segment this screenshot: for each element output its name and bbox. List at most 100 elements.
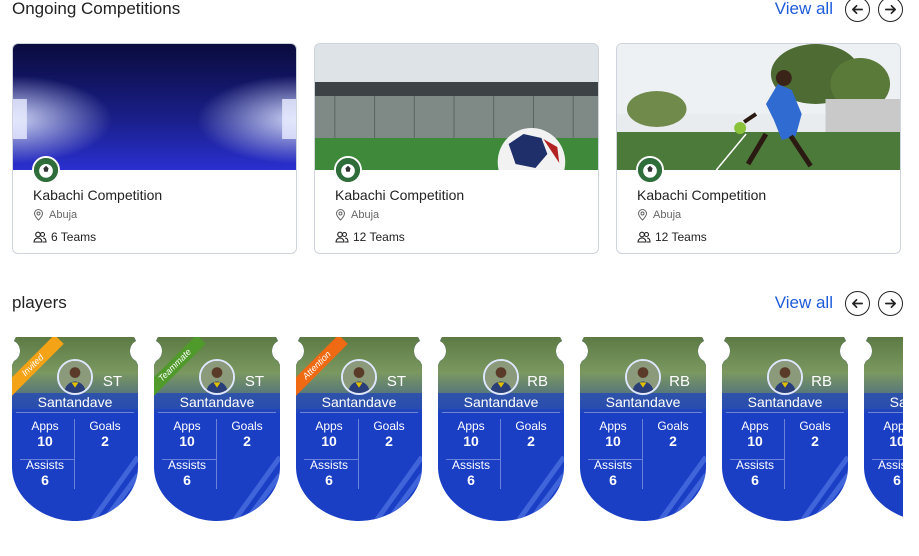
goals-value: 2 <box>101 433 109 449</box>
player-name: Santandave <box>747 394 823 410</box>
competition-card[interactable]: Kabachi Competition Abuja 12 Teams <box>314 43 599 254</box>
goals-label: Goals <box>799 419 831 433</box>
player-name: Santandave <box>605 394 681 410</box>
competition-name: Kabachi Competition <box>33 187 163 203</box>
apps-value: 10 <box>889 433 903 449</box>
location-pin-icon <box>33 209 44 221</box>
goals-stat: Goals 2 <box>80 419 130 449</box>
player-position: ST <box>386 373 406 390</box>
assists-value: 6 <box>751 472 759 488</box>
goals-label: Goals <box>231 419 263 433</box>
player-position: RB <box>527 373 548 390</box>
assists-value: 6 <box>467 472 475 488</box>
divider <box>642 419 643 489</box>
location-pin-icon <box>335 209 346 221</box>
apps-label: Apps <box>457 419 485 433</box>
apps-label: Apps <box>315 419 343 433</box>
players-next-button[interactable] <box>878 290 903 316</box>
players-header: players View all <box>12 290 903 316</box>
apps-label: Apps <box>599 419 627 433</box>
divider <box>500 419 501 489</box>
apps-stat: Apps 10 <box>730 419 780 449</box>
assists-label: Assists <box>877 458 903 472</box>
competition-name: Kabachi Competition <box>637 187 767 203</box>
assists-value: 6 <box>609 472 617 488</box>
assists-value: 6 <box>893 472 901 488</box>
apps-value: 10 <box>179 433 195 449</box>
player-position: RB <box>811 373 832 390</box>
assists-stat: Assists 6 <box>872 458 903 488</box>
goals-value: 2 <box>243 433 251 449</box>
player-card[interactable]: ST Santandave Apps 10 Goals 2 Assists 6 … <box>12 337 138 521</box>
competition-card[interactable]: Kabachi Competition Abuja 6 Teams <box>12 43 297 254</box>
assists-label: Assists <box>735 458 774 472</box>
apps-stat: Apps 10 <box>162 419 212 449</box>
divider <box>74 419 75 489</box>
competitions-next-button[interactable] <box>878 0 903 22</box>
divider <box>16 412 134 413</box>
goals-label: Goals <box>515 419 547 433</box>
arrow-left-icon <box>852 298 863 308</box>
apps-stat: Apps 10 <box>446 419 496 449</box>
competition-logo <box>636 156 664 184</box>
arrow-right-icon <box>885 298 896 308</box>
players-prev-button[interactable] <box>845 290 870 316</box>
competition-location: Abuja <box>335 209 379 221</box>
assists-value: 6 <box>325 472 333 488</box>
assists-value: 6 <box>183 472 191 488</box>
apps-label: Apps <box>883 419 903 433</box>
competitions-prev-button[interactable] <box>845 0 870 22</box>
competition-teams: 12 Teams <box>637 230 707 244</box>
apps-value: 10 <box>37 433 53 449</box>
goals-label: Goals <box>89 419 121 433</box>
divider <box>584 412 702 413</box>
apps-stat: Apps 10 <box>304 419 354 449</box>
competition-teams-count: 12 Teams <box>655 230 707 244</box>
competition-teams: 12 Teams <box>335 230 405 244</box>
player-avatar <box>483 359 519 395</box>
goals-label: Goals <box>657 419 689 433</box>
divider <box>726 412 844 413</box>
player-position: RB <box>669 373 690 390</box>
divider <box>300 412 418 413</box>
status-ribbon: Attention <box>296 337 348 397</box>
assists-stat: Assists 6 <box>304 458 354 488</box>
divider <box>868 412 903 413</box>
users-icon <box>637 231 651 243</box>
location-pin-icon <box>637 209 648 221</box>
assists-stat: Assists 6 <box>446 458 496 488</box>
player-card[interactable]: RB Santandave Apps 10 Goals 2 Assists 6 <box>722 337 848 521</box>
competition-location-text: Abuja <box>653 209 682 221</box>
competition-location-text: Abuja <box>49 209 78 221</box>
player-card[interactable]: RB Santandave Apps 10 Goals 2 Assists 6 <box>438 337 564 521</box>
competition-banner-image <box>315 44 598 170</box>
competition-location: Abuja <box>33 209 77 221</box>
assists-label: Assists <box>309 458 348 472</box>
player-card[interactable]: ST Santandave Apps 10 Goals 2 Assists 6 … <box>296 337 422 521</box>
apps-value: 10 <box>321 433 337 449</box>
competitions-view-all-link[interactable]: View all <box>775 0 833 19</box>
goals-value: 2 <box>669 433 677 449</box>
arrow-left-icon <box>852 4 863 14</box>
players-title: players <box>12 293 67 312</box>
apps-value: 10 <box>463 433 479 449</box>
player-card[interactable]: Santandave Apps 10 Goals Assists 6 <box>864 337 903 521</box>
competition-logo <box>334 156 362 184</box>
players-controls: View all <box>775 290 903 316</box>
competition-name: Kabachi Competition <box>335 187 465 203</box>
player-avatar <box>625 359 661 395</box>
status-ribbon: Teammate <box>154 337 206 397</box>
goals-stat: Goals 2 <box>790 419 840 449</box>
player-card[interactable]: RB Santandave Apps 10 Goals 2 Assists 6 <box>580 337 706 521</box>
divider <box>216 419 217 489</box>
competition-card[interactable]: Kabachi Competition Abuja 12 Teams <box>616 43 901 254</box>
apps-value: 10 <box>605 433 621 449</box>
status-ribbon-wrapper: Invited <box>12 337 82 407</box>
status-ribbon: Invited <box>12 337 64 397</box>
player-card[interactable]: ST Santandave Apps 10 Goals 2 Assists 6 … <box>154 337 280 521</box>
assists-stat: Assists 6 <box>20 458 70 488</box>
goals-value: 2 <box>385 433 393 449</box>
apps-label: Apps <box>31 419 59 433</box>
goals-value: 2 <box>811 433 819 449</box>
players-view-all-link[interactable]: View all <box>775 293 833 313</box>
